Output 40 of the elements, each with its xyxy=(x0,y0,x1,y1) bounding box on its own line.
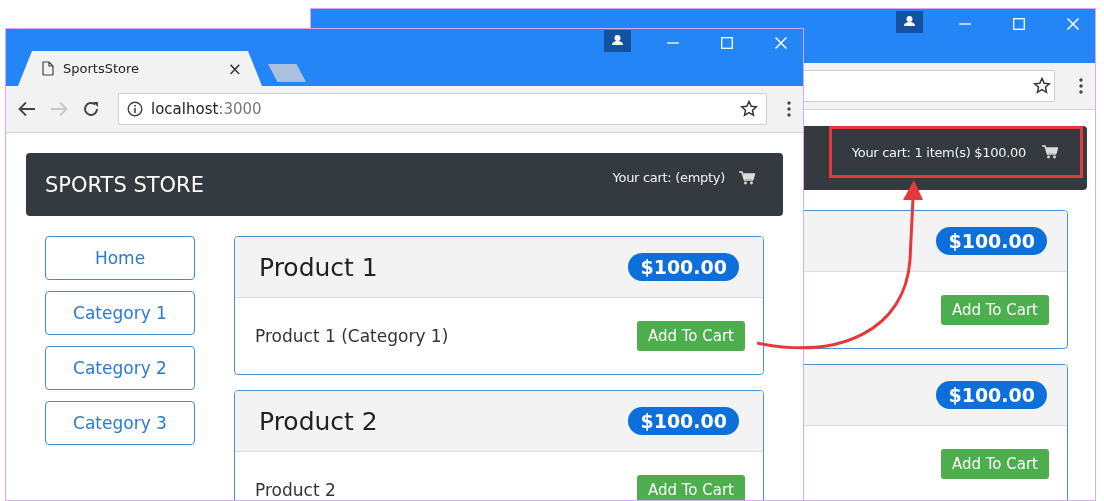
add-to-cart-button[interactable]: Add To Cart xyxy=(636,475,745,500)
category-button[interactable]: Category 3 xyxy=(45,401,195,445)
cart-summary: Your cart: 1 item(s) $100.00 xyxy=(851,144,1026,160)
product-name: Product 1 xyxy=(259,252,378,282)
price-badge: $100.00 xyxy=(936,227,1047,255)
product-description: Product 2 xyxy=(255,480,336,500)
tab-close-button[interactable]: × xyxy=(227,58,242,79)
star-icon[interactable] xyxy=(740,100,758,118)
cart-icon[interactable] xyxy=(739,170,755,185)
info-icon xyxy=(127,101,143,117)
category-button[interactable]: Home xyxy=(45,236,195,280)
star-icon[interactable] xyxy=(1033,77,1051,95)
menu-icon[interactable] xyxy=(1079,77,1083,95)
back-arrow-icon[interactable] xyxy=(18,101,36,117)
category-button[interactable]: Category 1 xyxy=(45,291,195,335)
browser-tab[interactable]: SportsStore × xyxy=(18,51,262,86)
user-icon[interactable] xyxy=(896,11,923,33)
price-badge: $100.00 xyxy=(628,253,739,281)
cart-icon[interactable] xyxy=(1042,145,1058,159)
address-bar[interactable]: localhost:3000 xyxy=(118,93,767,125)
document-icon xyxy=(42,61,54,76)
menu-icon[interactable] xyxy=(787,100,791,118)
add-to-cart-button[interactable]: Add To Cart xyxy=(940,449,1049,479)
reload-icon[interactable] xyxy=(82,100,100,118)
tab-title: SportsStore xyxy=(63,61,141,76)
add-to-cart-button[interactable]: Add To Cart xyxy=(940,295,1049,325)
product-description: Product 1 (Category 1) xyxy=(255,326,449,346)
user-icon[interactable] xyxy=(604,30,631,52)
cart-summary: Your cart: (empty) xyxy=(612,170,725,185)
maximize-icon[interactable] xyxy=(721,37,733,49)
store-title: SPORTS STORE xyxy=(45,172,204,197)
url-text: localhost:3000 xyxy=(151,100,263,118)
add-to-cart-button[interactable]: Add To Cart xyxy=(636,321,745,351)
close-icon[interactable] xyxy=(775,37,787,49)
close-icon[interactable] xyxy=(1067,18,1079,30)
price-badge: $100.00 xyxy=(628,407,739,435)
category-button[interactable]: Category 2 xyxy=(45,346,195,390)
product-name: Product 2 xyxy=(259,406,378,436)
price-badge: $100.00 xyxy=(936,381,1047,409)
maximize-icon[interactable] xyxy=(1013,18,1025,30)
